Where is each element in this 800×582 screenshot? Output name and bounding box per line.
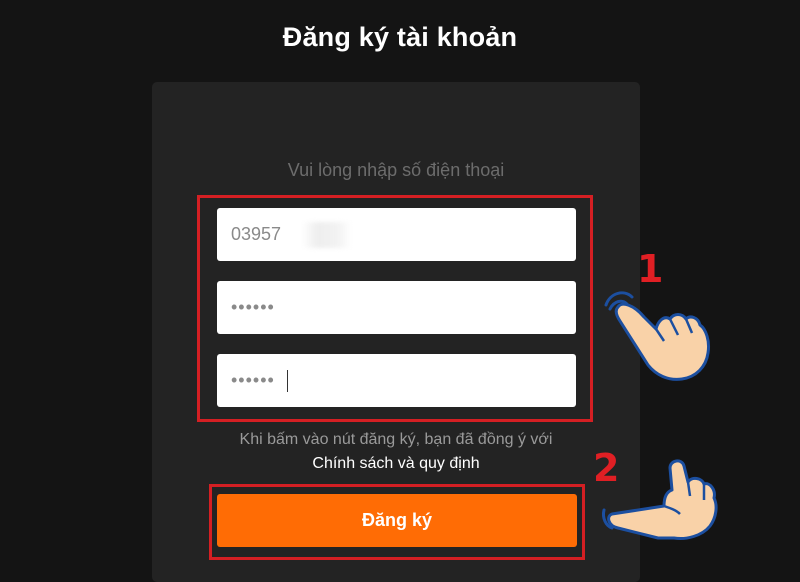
tap-hand-icon	[604, 291, 710, 381]
terms-text: Khi bấm vào nút đăng ký, bạn đã đồng ý v…	[239, 431, 553, 448]
instruction-text: Vui lòng nhập số điện thoại	[287, 160, 505, 180]
point-hand-icon	[602, 459, 718, 540]
highlight-inputs-box	[197, 195, 593, 422]
highlight-submit-box	[209, 484, 585, 560]
page-title: Đăng ký tài khoản	[282, 22, 518, 52]
policy-link[interactable]: Chính sách và quy định	[152, 455, 640, 473]
